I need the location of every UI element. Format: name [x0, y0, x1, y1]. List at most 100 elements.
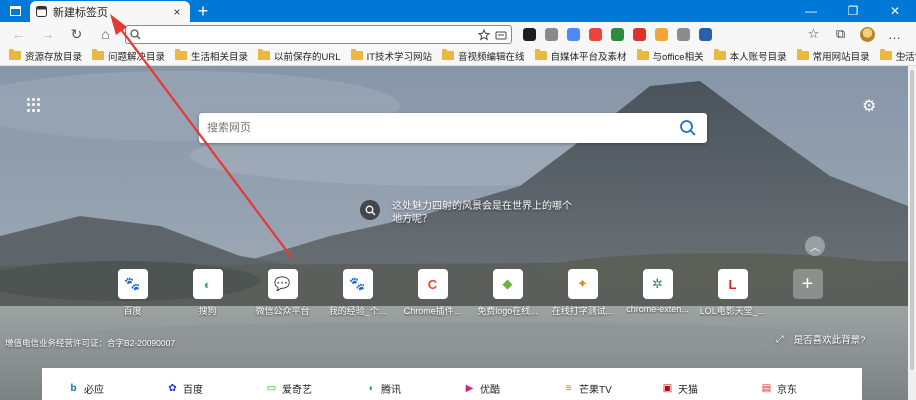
quick-link-logo-icon: ✿: [168, 382, 177, 394]
magnifier-icon: [365, 205, 375, 215]
forward-button[interactable]: →: [33, 22, 62, 46]
tab-close-button[interactable]: ×: [170, 5, 184, 19]
profile-button[interactable]: [854, 26, 881, 42]
refresh-button[interactable]: ↻: [62, 22, 91, 46]
license-text[interactable]: 增值电信业务经营许可证：合字B2-20090007: [5, 337, 175, 349]
extension-icon-6[interactable]: [628, 22, 650, 46]
bookmark-folder[interactable]: 生活常用分类: [879, 49, 916, 63]
background-feedback[interactable]: ⤢ 是否喜欢此背景?: [776, 332, 866, 347]
extension-icon-1[interactable]: [518, 22, 540, 46]
web-search-input[interactable]: [207, 122, 679, 134]
image-caption[interactable]: 这处魅力四射的风景会是在世界上的哪个地方呢？: [392, 200, 577, 226]
quick-link-label: 优酷: [480, 384, 500, 396]
collapse-chevron-icon[interactable]: ︿: [805, 236, 825, 256]
bookmark-folder[interactable]: 资源存放目录: [9, 49, 82, 63]
quick-link[interactable]: ▭ 爱奇艺: [266, 381, 365, 396]
top-site-tile[interactable]: ✦ 在线打字测试...: [545, 269, 620, 317]
top-site-tile[interactable]: 🐾 百度: [95, 269, 170, 317]
expand-icon[interactable]: ⤢: [776, 334, 784, 345]
top-site-tile[interactable]: L LOL电影天堂_...: [695, 269, 770, 317]
bookmark-folder[interactable]: 音视频编辑在线: [442, 49, 525, 63]
extension-icon-5[interactable]: [606, 22, 628, 46]
tab-actions-icon: [9, 6, 21, 16]
quick-link[interactable]: b 必应: [68, 381, 167, 396]
quick-link-label: 百度: [183, 384, 203, 396]
navigation-toolbar: ← → ↻ ⌂ ☆ ⧉ …: [0, 22, 916, 46]
quick-link-logo-icon: ≡: [565, 382, 572, 394]
site-logo-icon: L: [717, 269, 748, 299]
quick-link-logo-icon: ◖: [367, 382, 374, 394]
extension-icon-9[interactable]: [694, 22, 716, 46]
extension-icon-3[interactable]: [562, 22, 584, 46]
top-site-label: 百度: [123, 306, 142, 316]
bookmark-folder[interactable]: IT技术学习网站: [350, 49, 433, 63]
quick-link[interactable]: ≡ 芒果TV: [563, 381, 662, 396]
background-question[interactable]: 是否喜欢此背景?: [794, 332, 866, 346]
bookmark-folder[interactable]: 问题解决目录: [92, 49, 165, 63]
extension-icon-7[interactable]: [650, 22, 672, 46]
search-submit-icon[interactable]: [679, 119, 697, 137]
apps-launcher-icon[interactable]: [27, 98, 41, 112]
bookmark-label: 自媒体平台及素材: [550, 51, 627, 63]
read-aloud-icon[interactable]: [495, 29, 507, 41]
quick-link-logo-icon: ▣: [662, 382, 673, 394]
folder-icon: [175, 49, 188, 60]
top-site-tile[interactable]: ✲ chrome-exten...: [620, 269, 695, 317]
tab-actions-button[interactable]: [0, 0, 30, 22]
quick-link[interactable]: ▤ 京东: [761, 381, 860, 396]
top-site-label: LOL电影天堂_...: [699, 306, 766, 316]
collections-icon[interactable]: ⧉: [827, 26, 854, 42]
address-input[interactable]: [145, 28, 478, 41]
extension-icon-8[interactable]: [672, 22, 694, 46]
bookmark-label: IT技术学习网站: [366, 51, 433, 63]
top-site-tile[interactable]: ◆ 免费logo在线...: [470, 269, 545, 317]
bookmark-folder[interactable]: 本人账号目录: [713, 49, 787, 63]
bookmark-folder[interactable]: 生活相关目录: [175, 49, 248, 63]
add-site-button[interactable]: +: [770, 269, 845, 317]
new-tab-button[interactable]: +: [190, 0, 216, 22]
top-site-label: 微信公众平台: [255, 306, 310, 316]
bookmark-folder[interactable]: 常用网站目录: [796, 49, 870, 63]
favorite-add-icon[interactable]: [478, 28, 491, 41]
new-tab-page: ⚙ 这处魅力四射的风景会是在世界上的哪个地方呢？ ︿ 🐾 百度 ◐ 搜狗 💬 微信公众平台…: [0, 66, 908, 400]
top-site-tile[interactable]: 💬 微信公众平台: [245, 269, 320, 317]
site-logo-icon: ◐: [192, 269, 223, 299]
tab-new-tab[interactable]: 新建标签页 ×: [30, 1, 190, 22]
site-logo-icon: ✲: [642, 269, 673, 299]
folder-icon: [350, 49, 363, 60]
quick-link[interactable]: ◖ 腾讯: [365, 381, 464, 396]
site-logo-icon: 🐾: [117, 269, 148, 299]
tab-strip: 新建标签页 × + — ❐ ✕: [0, 0, 916, 22]
top-site-tile[interactable]: ◐ 搜狗: [170, 269, 245, 317]
top-site-label: 我的经验_个...: [328, 306, 387, 316]
bookmark-folder[interactable]: 自媒体平台及素材: [534, 49, 627, 63]
top-site-tile[interactable]: 🐾 我的经验_个...: [320, 269, 395, 317]
web-search-box[interactable]: [199, 113, 707, 143]
bookmark-label: 以前保存的URL: [274, 51, 341, 63]
top-site-tile[interactable]: C Chrome插件...: [395, 269, 470, 317]
page-settings-icon[interactable]: ⚙: [862, 96, 876, 116]
quick-link-label: 天猫: [678, 384, 698, 396]
back-button[interactable]: ←: [4, 22, 33, 46]
quick-link[interactable]: ▣ 天猫: [662, 381, 761, 396]
quick-link-logo-icon: ▤: [761, 382, 772, 394]
page-scrollbar[interactable]: [908, 66, 916, 400]
favorites-icon[interactable]: ☆: [800, 26, 827, 42]
image-search-button[interactable]: [360, 200, 380, 220]
quick-link[interactable]: ▶ 优酷: [464, 381, 563, 396]
bookmark-folder[interactable]: 与office相关: [636, 49, 704, 63]
plus-icon: +: [792, 269, 823, 299]
restore-button[interactable]: ❐: [832, 0, 874, 22]
bookmark-folder[interactable]: 以前保存的URL: [258, 49, 341, 63]
close-window-button[interactable]: ✕: [874, 0, 916, 22]
home-button[interactable]: ⌂: [91, 22, 120, 46]
more-menu-button[interactable]: …: [881, 27, 908, 42]
address-bar[interactable]: [125, 25, 512, 44]
extension-icon-2[interactable]: [540, 22, 562, 46]
quick-link[interactable]: ✿ 百度: [167, 381, 266, 396]
quick-link-label: 必应: [84, 384, 104, 396]
quick-link-label: 京东: [777, 384, 797, 396]
minimize-button[interactable]: —: [790, 0, 832, 22]
bookmarks-overflow-icon[interactable]: ›: [902, 48, 906, 62]
extension-icon-4[interactable]: [584, 22, 606, 46]
